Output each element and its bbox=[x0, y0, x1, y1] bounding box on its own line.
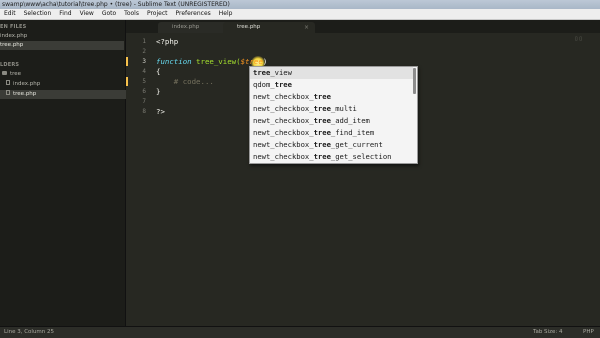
autocomplete-item[interactable]: newt_checkbox_tree_multi bbox=[250, 103, 413, 115]
minimap-icons: ▯ ▯ bbox=[574, 36, 582, 42]
line-number: 5 bbox=[142, 78, 146, 85]
window-title: swamp\www\acha\tutorial\tree.php • (tree… bbox=[2, 1, 230, 8]
menu-view[interactable]: View bbox=[76, 9, 98, 19]
tab-tree-php[interactable]: tree.php × bbox=[223, 22, 315, 33]
folders-heading: LDERS bbox=[0, 62, 20, 68]
syntax-mode[interactable]: PHP bbox=[583, 327, 594, 338]
title-bar: swamp\www\acha\tutorial\tree.php • (tree… bbox=[0, 0, 600, 9]
line-gutter: 1 2 3 4 5 6 7 8 bbox=[126, 33, 150, 326]
menu-edit[interactable]: Edit bbox=[0, 9, 20, 19]
menu-find[interactable]: Find bbox=[55, 9, 75, 19]
menu-goto[interactable]: Goto bbox=[98, 9, 120, 19]
folder-tree[interactable]: tree bbox=[0, 70, 126, 79]
line-number: 6 bbox=[142, 88, 146, 95]
line-number: 4 bbox=[142, 68, 146, 75]
open-file-label: tree.php bbox=[0, 42, 24, 48]
open-file-index[interactable]: index.php bbox=[0, 32, 124, 41]
modified-line-marker bbox=[126, 57, 128, 66]
autocomplete-item[interactable]: newt_checkbox_tree_add_item bbox=[250, 115, 413, 127]
folder-file-label: index.php bbox=[13, 81, 41, 87]
function-name: tree_view( bbox=[191, 57, 241, 66]
keyword-function: function bbox=[156, 57, 192, 66]
line-number: 1 bbox=[142, 38, 146, 45]
status-bar: Line 3, Column 25 Tab Size: 4 PHP bbox=[0, 326, 600, 338]
tab-label: index.php bbox=[172, 24, 200, 30]
tab-bar: index.php × tree.php × bbox=[126, 20, 600, 33]
code-line-3: function tree_view($tree) bbox=[156, 57, 267, 66]
menu-bar: Edit Selection Find View Goto Tools Project Pre… bbox=[0, 9, 600, 20]
line-number: 3 bbox=[142, 58, 146, 65]
autocomplete-item[interactable]: newt_checkbox_tree_get_selection bbox=[250, 151, 413, 163]
sidebar: EN FILES index.php tree.php LDERS tree i… bbox=[0, 20, 130, 326]
folder-file-tree[interactable]: tree.php bbox=[0, 90, 130, 99]
file-icon bbox=[6, 80, 10, 85]
menu-help[interactable]: Help bbox=[215, 9, 237, 19]
code-line-1: <?php bbox=[156, 37, 179, 46]
autocomplete-item[interactable]: newt_checkbox_tree_find_item bbox=[250, 127, 413, 139]
parameter-variable: $tree bbox=[240, 57, 263, 66]
folder-icon bbox=[2, 71, 7, 75]
close-icon[interactable]: × bbox=[304, 22, 309, 33]
code-line-6: } bbox=[156, 87, 161, 96]
line-number: 7 bbox=[142, 98, 146, 105]
folder-file-label: tree.php bbox=[13, 91, 37, 97]
paren-close: ) bbox=[262, 57, 268, 66]
open-file-tree[interactable]: tree.php bbox=[0, 41, 124, 50]
code-line-8: ?> bbox=[156, 107, 165, 116]
menu-selection[interactable]: Selection bbox=[20, 9, 56, 19]
cursor-position: Line 3, Column 25 bbox=[4, 329, 55, 335]
autocomplete-item[interactable]: newt_checkbox_tree_get_current bbox=[250, 139, 413, 151]
autocomplete-popup[interactable]: tree_view qdom_tree newt_checkbox_tree n… bbox=[249, 66, 418, 164]
open-files-heading: EN FILES bbox=[0, 24, 27, 30]
open-file-label: index.php bbox=[0, 33, 28, 39]
folder-file-index[interactable]: index.php bbox=[0, 80, 130, 89]
autocomplete-item[interactable]: qdom_tree bbox=[250, 79, 413, 91]
autocomplete-item[interactable]: newt_checkbox_tree bbox=[250, 91, 413, 103]
code-line-4: { bbox=[156, 67, 161, 76]
tab-size[interactable]: Tab Size: 4 bbox=[533, 327, 562, 338]
popup-scrollbar[interactable] bbox=[413, 68, 416, 94]
autocomplete-item[interactable]: tree_view bbox=[250, 67, 413, 79]
line-number: 8 bbox=[142, 108, 146, 115]
file-icon bbox=[6, 90, 10, 95]
modified-line-marker bbox=[126, 77, 128, 86]
menu-project[interactable]: Project bbox=[143, 9, 172, 19]
menu-tools[interactable]: Tools bbox=[120, 9, 143, 19]
line-number: 2 bbox=[142, 48, 146, 55]
tab-label: tree.php bbox=[237, 24, 261, 30]
folder-label: tree bbox=[10, 71, 22, 77]
code-line-5: # code... bbox=[156, 77, 214, 86]
menu-preferences[interactable]: Preferences bbox=[171, 9, 214, 19]
